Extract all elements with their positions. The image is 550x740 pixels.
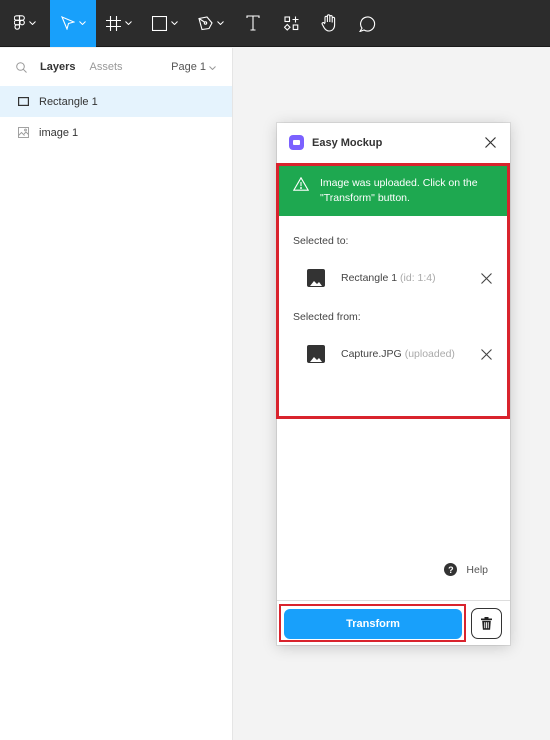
layer-item-rectangle-1[interactable]: Rectangle 1 [0,86,232,117]
image-icon [17,127,29,139]
layer-label: Rectangle 1 [39,95,98,108]
easy-mockup-plugin-window: Easy Mockup Image was uploaded. Click on… [276,123,510,645]
hand-icon [321,14,338,32]
move-tool-button[interactable] [50,0,96,47]
rectangle-icon [17,96,29,108]
delete-button[interactable] [471,608,502,639]
chevron-down-icon [78,21,86,25]
frame-tool-button[interactable] [96,0,142,47]
pen-icon [198,15,213,31]
components-button[interactable] [272,0,310,47]
help-icon: ? [444,563,458,576]
text-icon [246,15,260,31]
rectangle-icon [152,15,167,31]
help-label: Help [466,563,488,576]
highlight-box [276,163,510,419]
comment-tool-button[interactable] [348,0,386,47]
plugin-logo-icon [289,135,304,150]
toolbar [0,0,550,47]
comment-icon [358,15,376,32]
chevron-down-icon [209,61,216,73]
tab-layers[interactable]: Layers [40,61,75,73]
trash-icon [481,617,492,630]
shape-tool-button[interactable] [142,0,188,47]
chevron-down-icon [125,21,132,25]
components-icon [283,15,299,31]
tab-assets[interactable]: Assets [89,61,122,73]
frame-icon [106,15,121,31]
close-plugin-button[interactable] [482,135,498,151]
page-selector[interactable]: Page 1 [171,61,216,73]
transform-button[interactable]: Transform [284,609,462,639]
chevron-down-icon [29,21,36,25]
plugin-footer: Transform [277,600,510,645]
page-selector-label: Page 1 [171,61,206,73]
text-tool-button[interactable] [234,0,272,47]
figma-logo-icon [14,15,25,31]
layer-label: image 1 [39,126,79,139]
pen-tool-button[interactable] [188,0,234,47]
panel-tabs: Layers Assets Page 1 [0,48,232,86]
main-menu-button[interactable] [0,0,50,47]
hand-tool-button[interactable] [310,0,348,47]
help-link[interactable]: ? Help [444,563,488,576]
close-icon [484,137,496,148]
plugin-title: Easy Mockup [312,136,383,149]
layers-panel: Layers Assets Page 1 Rectangle 1 image 1 [0,48,233,740]
chevron-down-icon [217,21,224,25]
plugin-header: Easy Mockup [277,123,510,162]
layer-item-image-1[interactable]: image 1 [0,117,232,148]
move-cursor-icon [60,16,75,30]
search-icon[interactable] [16,61,30,73]
chevron-down-icon [171,21,178,25]
